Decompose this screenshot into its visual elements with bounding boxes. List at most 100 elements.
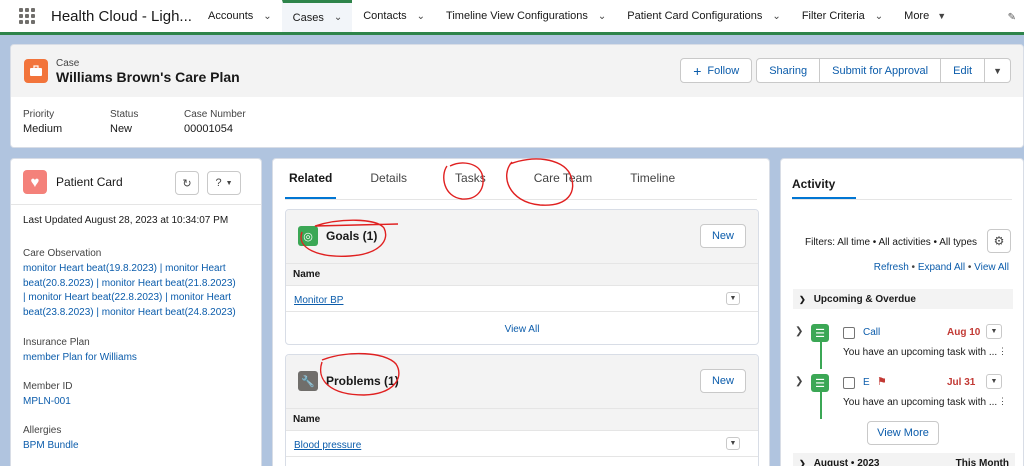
sharing-button[interactable]: Sharing — [756, 58, 821, 83]
column-header-name[interactable]: Name — [286, 264, 758, 286]
more-actions-button[interactable]: ▼ — [985, 58, 1011, 83]
caret-down-icon: ▼ — [937, 11, 947, 21]
nav-item-accounts[interactable]: Accounts ⌄ — [197, 0, 282, 32]
nav-item-filter-criteria[interactable]: Filter Criteria ⌄ — [791, 0, 893, 32]
new-problem-button[interactable]: New — [699, 369, 746, 393]
task-due-date: Jul 31 — [947, 377, 976, 388]
task-checkbox[interactable] — [843, 327, 855, 339]
upcoming-overdue-section[interactable]: ❯ Upcoming & Overdue — [793, 289, 1013, 309]
chevron-right-icon[interactable]: ❯ — [795, 326, 803, 337]
record-title: Williams Brown's Care Plan — [56, 69, 240, 85]
field-label: Care Observation — [23, 248, 102, 259]
app-launcher-icon[interactable] — [19, 8, 35, 24]
tab-related[interactable]: Related — [285, 171, 337, 199]
section-title: Upcoming & Overdue — [813, 293, 916, 305]
chevron-down-icon[interactable]: ⌄ — [598, 11, 606, 22]
chevron-down-icon[interactable]: ⌄ — [772, 11, 780, 22]
goal-icon: ◎ — [298, 226, 318, 246]
refresh-button[interactable]: ↻ — [175, 171, 199, 195]
goals-title[interactable]: Goals (1) — [326, 229, 377, 243]
task-menu-button[interactable]: ▼ — [986, 374, 1002, 389]
field-label: Insurance Plan — [23, 337, 90, 348]
more-icon[interactable]: ⋮ — [998, 396, 1007, 407]
month-label: This Month — [955, 457, 1009, 466]
refresh-link[interactable]: Refresh — [874, 262, 909, 273]
row-menu-button[interactable]: ▼ — [726, 437, 740, 450]
caret-down-icon: ▼ — [990, 378, 998, 385]
chevron-down-icon[interactable]: ⌄ — [263, 11, 271, 22]
activity-task-item: ❯ ☰ Call Aug 10 ▼ You have an upcoming t… — [793, 321, 1015, 361]
tab-tasks[interactable]: Tasks — [451, 171, 490, 199]
nav-item-label: Cases — [292, 11, 324, 24]
follow-button[interactable]: + Follow — [680, 58, 753, 83]
care-observation-line[interactable]: | monitor Heart beat(22.8.2023) | monito… — [23, 291, 251, 306]
task-link[interactable]: Call — [863, 327, 880, 338]
view-all-link[interactable]: View All — [974, 262, 1009, 273]
nav-item-label: More — [904, 10, 930, 22]
allergies-link[interactable]: BPM Bundle — [23, 439, 251, 454]
nav-item-cases[interactable]: Cases ⌄ — [281, 0, 353, 32]
priority-field: Priority Medium — [23, 109, 110, 147]
insurance-plan-link[interactable]: member Plan for Williams — [23, 351, 251, 366]
task-due-date: Aug 10 — [947, 327, 981, 338]
view-all-link[interactable]: View All — [286, 312, 758, 344]
record-tabs: Related Details Tasks Care Team Timeline — [285, 171, 679, 199]
tab-details[interactable]: Details — [366, 171, 411, 199]
case-number-field: Case Number 00001054 — [184, 109, 304, 147]
task-menu-button[interactable]: ▼ — [986, 324, 1002, 339]
nav-items: Accounts ⌄ Cases ⌄ Contacts ⌄ Timeline View… — [197, 0, 956, 32]
action-button-group: Sharing Submit for Approval Edit ▼ — [756, 58, 1011, 83]
task-link[interactable]: E — [863, 377, 870, 388]
chevron-down-icon[interactable]: ⌄ — [875, 11, 883, 22]
goal-link[interactable]: Monitor BP — [294, 295, 343, 306]
submit-for-approval-button[interactable]: Submit for Approval — [820, 58, 942, 83]
care-observation-line[interactable]: beat(23.8.2023) | monitor Heart beat(24.… — [23, 306, 251, 321]
nav-item-label: Filter Criteria — [801, 10, 865, 22]
new-goal-button[interactable]: New — [699, 224, 746, 248]
month-section[interactable]: ❯ August • 2023 This Month — [793, 453, 1015, 466]
field-value: New — [110, 123, 133, 135]
filter-settings-button[interactable]: ⚙ — [987, 229, 1011, 253]
caret-down-icon: ▼ — [990, 328, 998, 335]
pencil-icon[interactable]: ✎ — [1008, 12, 1016, 23]
task-description: You have an upcoming task with ... — [843, 397, 998, 408]
allergies-field: Allergies BPM Bundle — [23, 425, 251, 454]
nav-item-patient-card-configurations[interactable]: Patient Card Configurations ⌄ — [616, 0, 791, 32]
chevron-right-icon[interactable]: ❯ — [795, 376, 803, 387]
expand-all-link[interactable]: Expand All — [918, 262, 965, 273]
field-label: Priority — [23, 109, 55, 120]
more-icon[interactable]: ⋮ — [998, 346, 1007, 357]
nav-item-label: Accounts — [208, 10, 254, 22]
chevron-down-icon[interactable]: ⌄ — [417, 11, 425, 22]
row-menu-button[interactable]: ▼ — [726, 292, 740, 305]
tab-timeline[interactable]: Timeline — [626, 171, 679, 199]
problem-link[interactable]: Blood pressure — [294, 440, 361, 451]
help-menu-button[interactable]: ? ▼ — [207, 171, 241, 195]
column-header-name[interactable]: Name — [286, 409, 758, 431]
activity-task-item: ❯ ☰ E ⚑ Jul 31 ▼ You have an upcoming ta… — [793, 371, 1015, 411]
tab-care-team[interactable]: Care Team — [530, 171, 596, 199]
follow-label: Follow — [707, 64, 740, 77]
activity-filters-text: Filters: All time • All activities • All… — [805, 237, 978, 248]
care-observation-line[interactable]: monitor Heart beat(19.8.2023) | monitor … — [23, 262, 251, 277]
status-field: Status New — [110, 109, 184, 147]
problems-title[interactable]: Problems (1) — [326, 374, 399, 388]
nav-item-contacts[interactable]: Contacts ⌄ — [352, 0, 435, 32]
view-more-button[interactable]: View More — [867, 421, 939, 445]
nav-item-more[interactable]: More ▼ — [893, 0, 956, 32]
highlights-panel: Priority Medium Status New Case Number 0… — [11, 97, 1023, 147]
care-observation-line[interactable]: beat(20.8.2023) | monitor Heart beat(21.… — [23, 277, 251, 292]
object-type-label: Case — [56, 58, 80, 69]
chevron-down-icon[interactable]: ⌄ — [334, 12, 342, 23]
nav-item-timeline-view-configurations[interactable]: Timeline View Configurations ⌄ — [435, 0, 616, 32]
field-value: Medium — [23, 123, 63, 135]
nav-item-label: Contacts — [363, 10, 407, 22]
field-value: 00001054 — [184, 123, 233, 135]
tab-activity[interactable]: Activity — [792, 177, 856, 199]
member-id-link[interactable]: MPLN-001 — [23, 395, 251, 410]
activity-links: Refresh • Expand All • View All — [874, 262, 1009, 273]
insurance-plan-field: Insurance Plan member Plan for Williams — [23, 337, 251, 366]
task-checkbox[interactable] — [843, 377, 855, 389]
edit-button[interactable]: Edit — [941, 58, 986, 83]
table-row: Monitor BP ▼ — [286, 286, 758, 312]
